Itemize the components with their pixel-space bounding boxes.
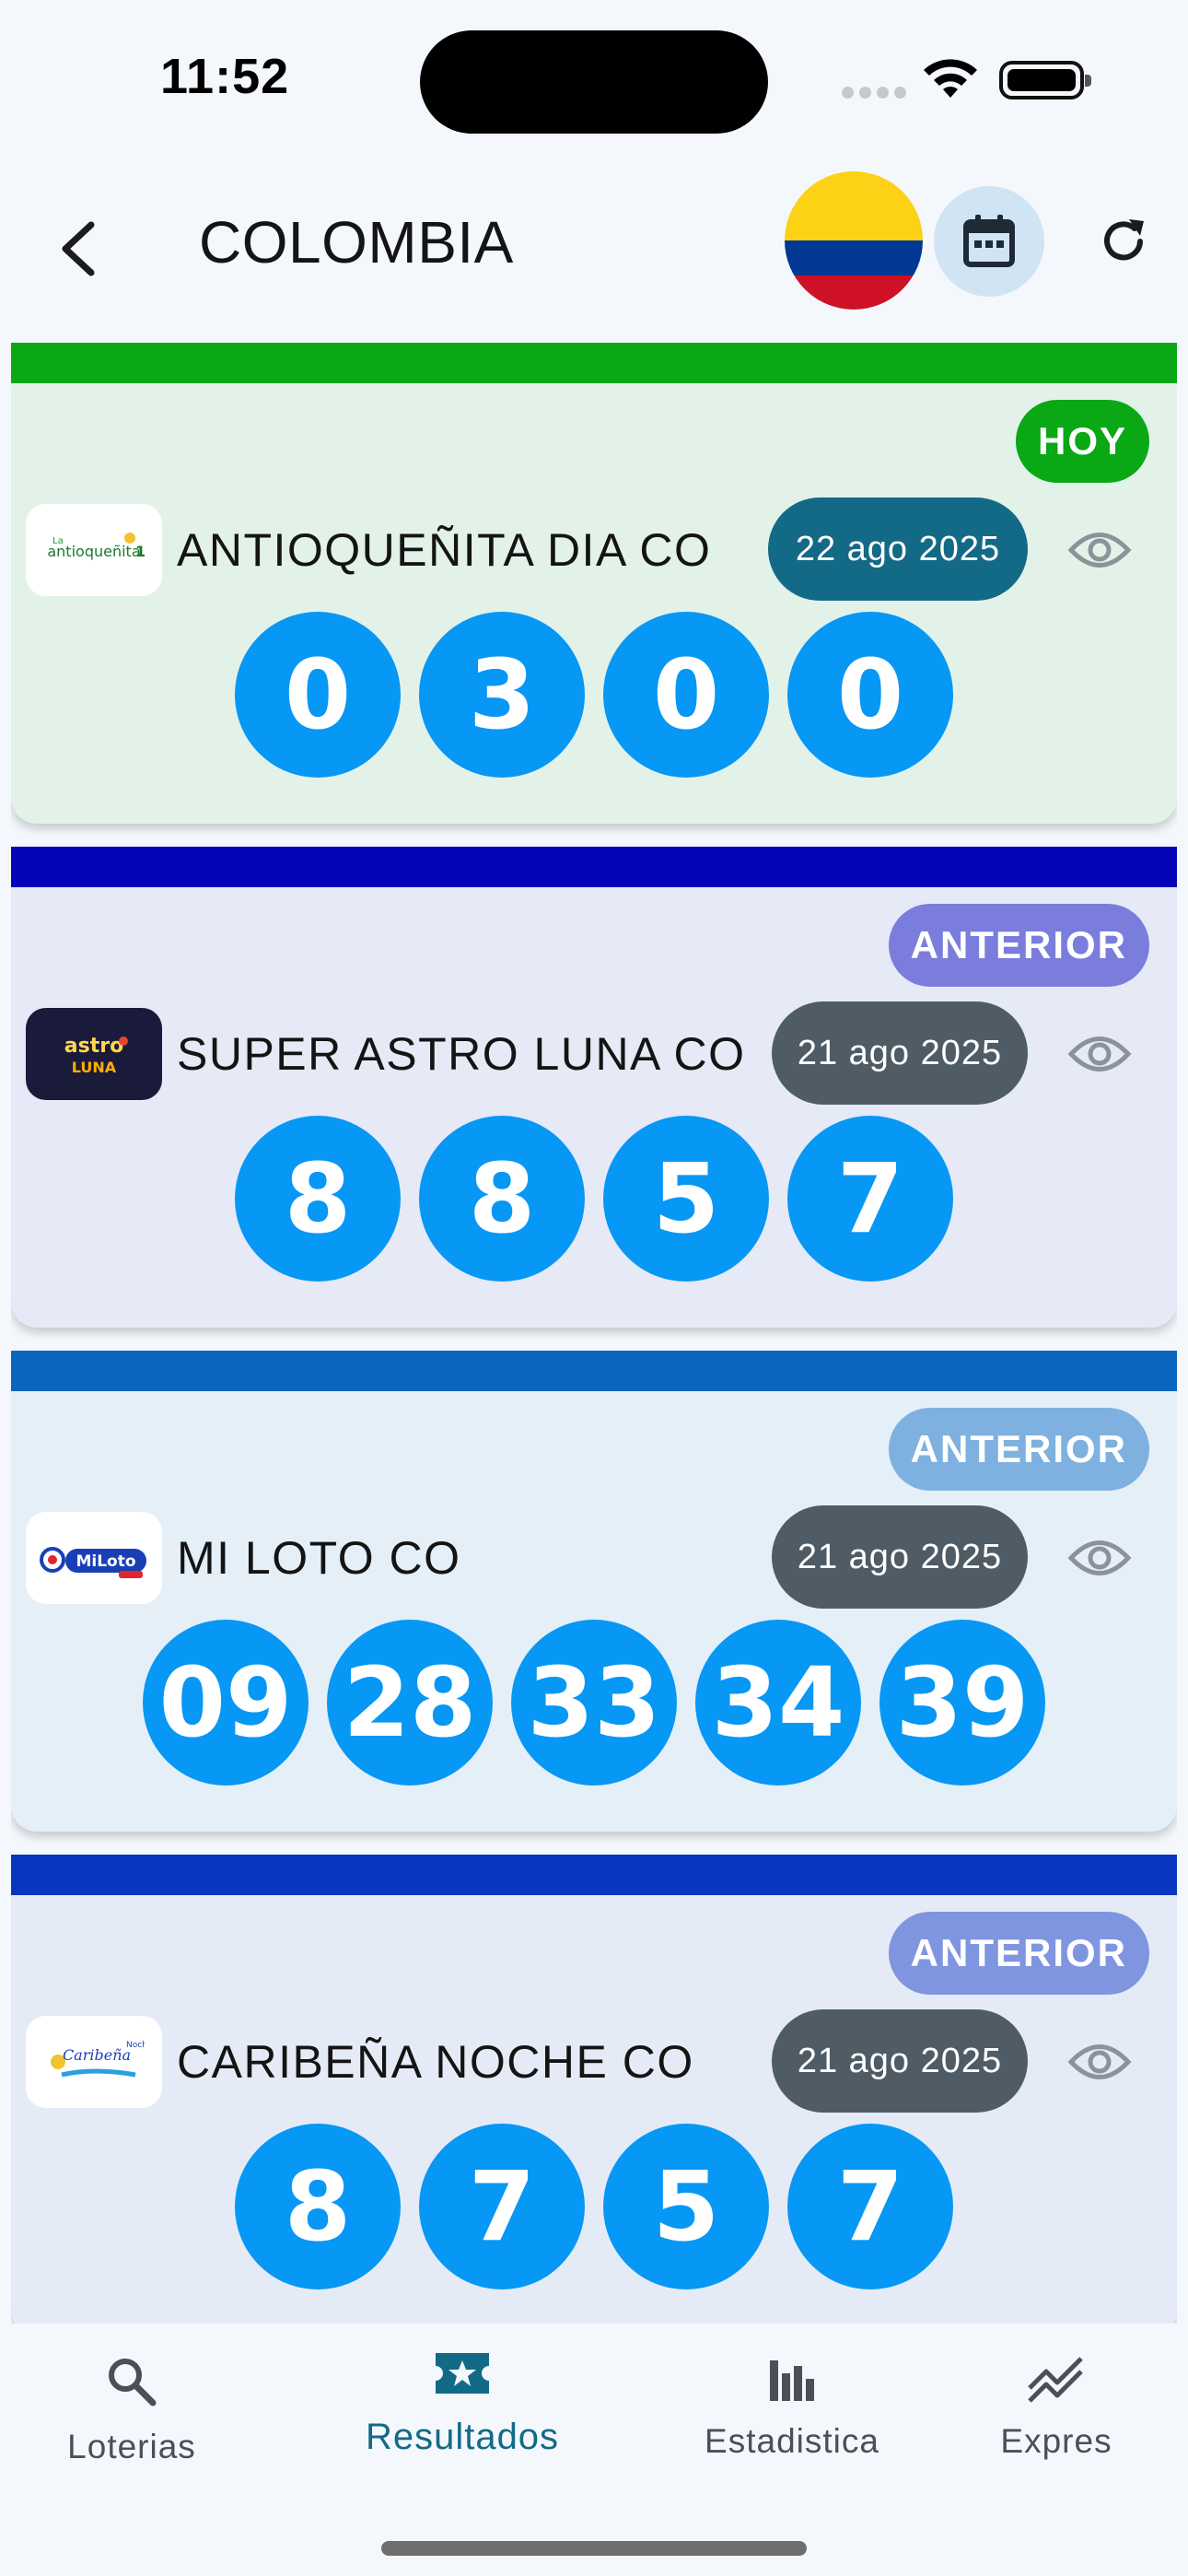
lottery-logo: astroLUNAastro LUNA bbox=[26, 1008, 162, 1100]
eye-icon bbox=[1067, 533, 1132, 568]
nav-item-expres[interactable]: Expres bbox=[955, 2353, 1158, 2461]
refresh-icon bbox=[1104, 219, 1144, 261]
result-numbers: 8757 bbox=[11, 2124, 1177, 2289]
lottery-logo: CaribeñaNocheLa Caribeña Noche bbox=[26, 2016, 162, 2108]
status-badge: ANTERIOR bbox=[888, 1912, 1149, 1995]
lottery-name: ANTIOQUEÑITA DIA CO bbox=[177, 524, 712, 576]
status-bar: 11:52 bbox=[0, 0, 1188, 157]
svg-text:1: 1 bbox=[135, 543, 145, 560]
result-card[interactable]: ANTERIOR astroLUNAastro LUNA SUPER ASTRO L… bbox=[11, 847, 1177, 1328]
number-ball: 3 bbox=[419, 612, 585, 778]
eye-icon bbox=[1067, 2044, 1132, 2079]
card-color-stripe bbox=[11, 847, 1177, 887]
cellular-signal-icon bbox=[842, 87, 906, 99]
status-time: 11:52 bbox=[160, 49, 290, 104]
bar-chart-icon bbox=[766, 2353, 818, 2409]
trending-icon bbox=[1026, 2353, 1087, 2409]
number-ball: 8 bbox=[419, 1116, 585, 1282]
number-ball: 8 bbox=[235, 1116, 401, 1282]
number-ball: 0 bbox=[235, 612, 401, 778]
eye-icon bbox=[1067, 1036, 1132, 1071]
number-ball: 5 bbox=[603, 1116, 769, 1282]
nav-label: Estadistica bbox=[705, 2422, 879, 2460]
view-details-button[interactable] bbox=[1063, 2030, 1136, 2094]
status-badge: ANTERIOR bbox=[888, 1408, 1149, 1491]
nav-item-loterias[interactable]: Loterias bbox=[30, 2353, 233, 2466]
number-ball: 8 bbox=[235, 2124, 401, 2289]
nav-label: Expres bbox=[1000, 2422, 1112, 2460]
view-details-button[interactable] bbox=[1063, 518, 1136, 582]
nav-label: Resultados bbox=[365, 2417, 560, 2457]
refresh-button[interactable] bbox=[1087, 205, 1160, 278]
home-indicator[interactable] bbox=[381, 2541, 807, 2556]
app-bar: COLOMBIA bbox=[0, 157, 1188, 336]
card-color-stripe bbox=[11, 1855, 1177, 1895]
lottery-name: SUPER ASTRO LUNA CO bbox=[177, 1028, 746, 1080]
number-ball: 39 bbox=[879, 1620, 1045, 1786]
result-numbers: 09 28 33 34 39 bbox=[11, 1620, 1177, 1786]
view-details-button[interactable] bbox=[1063, 1022, 1136, 1086]
battery-icon bbox=[999, 61, 1091, 100]
number-ball: 09 bbox=[143, 1620, 309, 1786]
number-ball: 33 bbox=[511, 1620, 677, 1786]
number-ball: 34 bbox=[695, 1620, 861, 1786]
back-button[interactable] bbox=[46, 203, 111, 295]
dynamic-island bbox=[420, 30, 768, 134]
colombia-flag-icon bbox=[785, 171, 923, 310]
result-numbers: 0300 bbox=[11, 612, 1177, 778]
result-numbers: 8857 bbox=[11, 1116, 1177, 1282]
nav-label: Loterias bbox=[67, 2428, 196, 2465]
ticket-star-icon bbox=[432, 2348, 493, 2404]
nav-item-resultados[interactable]: Resultados bbox=[361, 2348, 564, 2458]
calendar-icon bbox=[963, 215, 1015, 267]
eye-icon bbox=[1067, 1540, 1132, 1575]
number-ball: 28 bbox=[327, 1620, 493, 1786]
lottery-logo: MiLotoMiLoto bbox=[26, 1512, 162, 1604]
nav-item-estadistica[interactable]: Estadistica bbox=[691, 2353, 893, 2461]
lottery-name: MI LOTO CO bbox=[177, 1532, 461, 1584]
number-ball: 0 bbox=[787, 612, 953, 778]
svg-text:Caribeña: Caribeña bbox=[63, 2046, 131, 2064]
view-details-button[interactable] bbox=[1063, 1526, 1136, 1590]
number-ball: 7 bbox=[787, 1116, 953, 1282]
number-ball: 0 bbox=[603, 612, 769, 778]
status-badge: HOY bbox=[1015, 400, 1149, 483]
svg-text:LUNA: LUNA bbox=[72, 1059, 117, 1076]
svg-text:astro: astro bbox=[64, 1035, 123, 1058]
page-title: COLOMBIA bbox=[199, 209, 514, 275]
draw-date-chip[interactable]: 21 ago 2025 bbox=[772, 1001, 1028, 1105]
svg-text:Noche: Noche bbox=[126, 2041, 145, 2050]
draw-date-chip[interactable]: 21 ago 2025 bbox=[772, 2009, 1028, 2113]
result-card[interactable]: HOY Laantioqueñita1antioqueñita 1 ANTIOQUE… bbox=[11, 343, 1177, 824]
wifi-icon bbox=[921, 55, 980, 106]
card-color-stripe bbox=[11, 343, 1177, 383]
card-color-stripe bbox=[11, 1351, 1177, 1391]
number-ball: 7 bbox=[787, 2124, 953, 2289]
lottery-name: CARIBEÑA NOCHE CO bbox=[177, 2036, 694, 2088]
bottom-navigation: Loterias Resultados Estadistica Expres bbox=[0, 2324, 1188, 2576]
status-badge: ANTERIOR bbox=[888, 904, 1149, 987]
number-ball: 5 bbox=[603, 2124, 769, 2289]
number-ball: 7 bbox=[419, 2124, 585, 2289]
results-list[interactable]: HOY Laantioqueñita1antioqueñita 1 ANTIOQUE… bbox=[11, 343, 1177, 2324]
svg-text:MiLoto: MiLoto bbox=[76, 1552, 135, 1571]
back-arrow-icon bbox=[62, 221, 95, 276]
calendar-button[interactable] bbox=[934, 186, 1044, 297]
lottery-logo: Laantioqueñita1antioqueñita 1 bbox=[26, 504, 162, 596]
search-icon bbox=[103, 2353, 160, 2415]
svg-text:antioqueñita: antioqueñita bbox=[47, 543, 140, 560]
draw-date-chip[interactable]: 22 ago 2025 bbox=[768, 498, 1028, 601]
result-card[interactable]: ANTERIOR MiLotoMiLoto MI LOTO CO 21 ago 202… bbox=[11, 1351, 1177, 1832]
result-card[interactable]: ANTERIOR CaribeñaNocheLa Caribeña Noche CA… bbox=[11, 1855, 1177, 2324]
draw-date-chip[interactable]: 21 ago 2025 bbox=[772, 1505, 1028, 1609]
